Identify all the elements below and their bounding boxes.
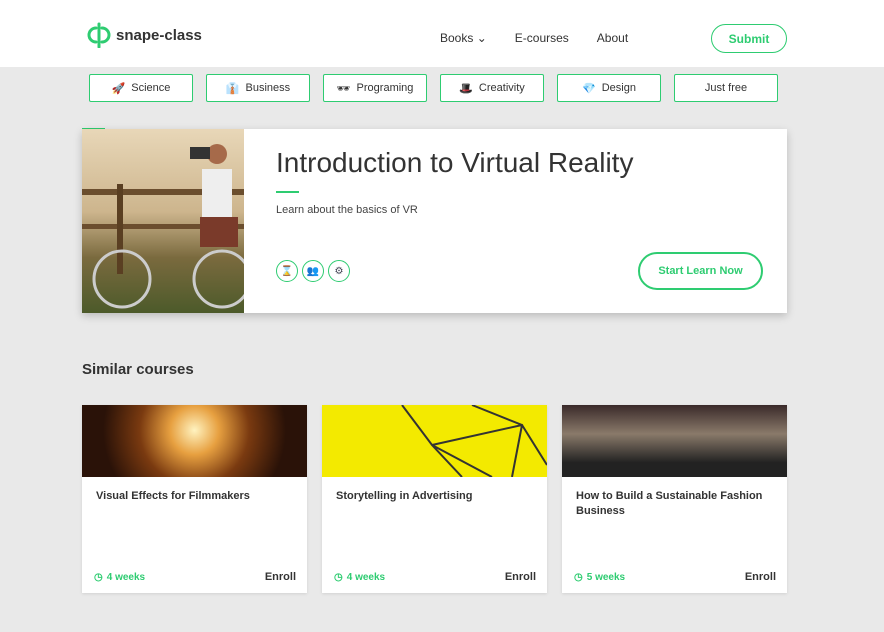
course-duration: ◷ 5 weeks — [574, 572, 625, 583]
enroll-button[interactable]: Enroll — [265, 571, 296, 583]
similar-courses-list: Visual Effects for Filmmakers ◷ 4 weeks En… — [82, 405, 787, 593]
course-duration: ◷ 4 weeks — [94, 572, 145, 583]
clock-history-icon: ◷ — [334, 571, 343, 583]
course-title: Introduction to Virtual Reality — [276, 147, 634, 178]
similar-courses-heading: Similar courses — [82, 361, 194, 378]
enroll-button[interactable]: Enroll — [505, 571, 536, 583]
course-card[interactable]: How to Build a Sustainable Fashion Busin… — [562, 405, 787, 593]
category-design[interactable]: 💎 Design — [557, 74, 661, 102]
submit-button[interactable]: Submit — [711, 24, 787, 53]
title-underline — [276, 191, 299, 193]
logo[interactable]: snape-class — [86, 22, 202, 48]
course-subtitle: Learn about the basics of VR — [276, 204, 418, 216]
header: snape-class Books ⌄ E-courses About Subm… — [0, 0, 884, 67]
brand-name: snape-class — [116, 26, 202, 44]
category-just-free[interactable]: Just free — [674, 74, 778, 102]
sunglasses-icon: 🕶 — [336, 82, 351, 95]
bicycle-vr-illustration — [82, 144, 244, 309]
course-image — [322, 405, 547, 477]
category-programing[interactable]: 🕶 Programing — [323, 74, 427, 102]
course-card-title: Storytelling in Advertising — [336, 490, 473, 502]
course-image — [82, 405, 307, 477]
enroll-button[interactable]: Enroll — [745, 571, 776, 583]
nav-books[interactable]: Books ⌄ — [440, 31, 487, 45]
course-duration: ◷ 4 weeks — [334, 572, 385, 583]
top-hat-icon: 🎩 — [459, 82, 473, 95]
duration-label: 4 weeks — [346, 571, 386, 583]
category-label: Science — [131, 82, 171, 94]
course-card[interactable]: Visual Effects for Filmmakers ◷ 4 weeks En… — [82, 405, 307, 593]
category-bar: 🚀 Science 👔 Business 🕶 Programing 🎩 Creativi… — [89, 74, 778, 102]
hero-body: Introduction to Virtual Reality Learn ab… — [244, 129, 787, 313]
necktie-icon: 👔 — [225, 82, 240, 95]
course-card-title: Visual Effects for Filmmakers — [96, 490, 250, 502]
category-label: Design — [601, 82, 636, 94]
category-label: Creativity — [478, 82, 525, 94]
rocket-icon: 🚀 — [111, 82, 126, 95]
course-card-title: How to Build a Sustainable Fashion Busin… — [576, 490, 763, 517]
featured-course: Introduction to Virtual Reality Learn ab… — [82, 129, 787, 313]
main-nav: Books ⌄ E-courses About — [440, 31, 628, 45]
category-science[interactable]: 🚀 Science — [89, 74, 193, 102]
duration-label: 4 weeks — [106, 571, 146, 583]
nav-about[interactable]: About — [597, 31, 628, 45]
category-label: Programing — [356, 82, 414, 94]
people-icon: 👥 — [302, 260, 324, 282]
sliders-icon: ⚙ — [328, 260, 350, 282]
hero-image — [82, 129, 244, 313]
geometric-lines-illustration — [401, 405, 547, 477]
category-label: Business — [245, 82, 291, 94]
logo-icon — [87, 22, 111, 48]
hourglass-icon: ⌛ — [276, 260, 298, 282]
course-image — [562, 405, 787, 477]
gem-icon: 💎 — [582, 82, 596, 95]
start-learn-now-button[interactable]: Start Learn Now — [638, 252, 763, 290]
category-label: Just free — [704, 82, 748, 94]
nav-books-label: Books — [440, 31, 474, 45]
clock-history-icon: ◷ — [574, 571, 583, 583]
duration-label: 5 weeks — [586, 571, 626, 583]
course-features: ⌛ 👥 ⚙ — [276, 260, 350, 282]
course-card[interactable]: Storytelling in Advertising ◷ 4 weeks Enro… — [322, 405, 547, 593]
category-creativity[interactable]: 🎩 Creativity — [440, 74, 544, 102]
category-business[interactable]: 👔 Business — [206, 74, 310, 102]
chevron-down-icon: ⌄ — [476, 31, 487, 45]
nav-e-courses[interactable]: E-courses — [515, 31, 569, 45]
clock-history-icon: ◷ — [94, 571, 103, 583]
